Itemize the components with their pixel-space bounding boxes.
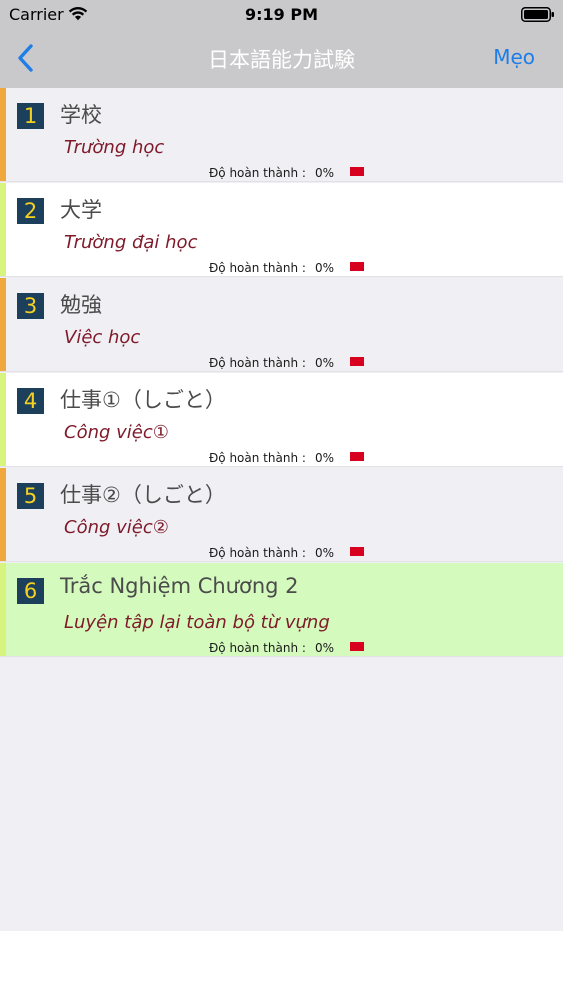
progress-value: 0%: [315, 261, 335, 275]
lesson-title: 勉強: [60, 293, 102, 317]
progress-marker: [350, 262, 364, 271]
battery-icon: [521, 7, 554, 22]
navigation-bar: 日本語能力試験 Mẹo: [0, 30, 563, 88]
top-bar-background: Carrier 9:19 PM 日本語能力試験 Mẹo: [0, 0, 563, 88]
lesson-subtitle: Luyện tập lại toàn bộ từ vựng: [64, 612, 330, 633]
page-title: 日本語能力試験: [208, 48, 355, 72]
lesson-number-badge: 5: [17, 483, 44, 509]
lesson-subtitle: Việc học: [64, 327, 141, 348]
progress-label: Độ hoàn thành :: [209, 166, 306, 180]
progress-marker: [350, 547, 364, 556]
lesson-title: 大学: [60, 198, 102, 222]
progress-value: 0%: [315, 546, 335, 560]
lesson-title: Trắc Nghiệm Chương 2: [60, 574, 299, 598]
progress-label: Độ hoàn thành :: [209, 641, 306, 655]
lesson-row[interactable]: 3 勉強 Việc học Độ hoàn thành : 0%: [0, 278, 563, 372]
row-accent-bar: [0, 278, 6, 371]
row-accent-bar: [0, 88, 6, 181]
progress-label: Độ hoàn thành :: [209, 451, 306, 465]
progress-value: 0%: [315, 451, 335, 465]
back-button[interactable]: [12, 41, 42, 75]
lesson-subtitle: Công việc②: [64, 517, 169, 538]
progress-value: 0%: [315, 641, 335, 655]
lesson-row[interactable]: 2 大学 Trường đại học Độ hoàn thành : 0%: [0, 183, 563, 277]
progress-marker: [350, 357, 364, 366]
lesson-row[interactable]: 1 学校 Trường học Độ hoàn thành : 0%: [0, 88, 563, 182]
chevron-left-icon: [18, 44, 33, 72]
lesson-number-badge: 1: [17, 103, 44, 129]
lesson-subtitle: Công việc①: [64, 422, 169, 443]
lesson-title: 学校: [60, 103, 102, 127]
lesson-subtitle: Trường học: [64, 137, 165, 158]
bottom-blank-area: [0, 931, 563, 1000]
status-bar: Carrier 9:19 PM: [0, 0, 563, 30]
row-accent-bar: [0, 183, 6, 276]
lesson-number-badge: 3: [17, 293, 44, 319]
progress-marker: [350, 167, 364, 176]
progress-value: 0%: [315, 166, 335, 180]
lesson-number-badge: 2: [17, 198, 44, 224]
progress-label: Độ hoàn thành :: [209, 261, 306, 275]
clock: 9:19 PM: [244, 5, 318, 24]
row-accent-bar: [0, 373, 6, 466]
tips-button[interactable]: Mẹo: [493, 45, 535, 69]
lesson-row[interactable]: 4 仕事①（しごと） Công việc① Độ hoàn thành : 0%: [0, 373, 563, 467]
lesson-number-badge: 6: [17, 578, 44, 604]
progress-label: Độ hoàn thành :: [209, 546, 306, 560]
lesson-row[interactable]: 5 仕事②（しごと） Công việc② Độ hoàn thành : 0%: [0, 468, 563, 562]
lesson-list: 1 学校 Trường học Độ hoàn thành : 0% 2 大学 …: [0, 88, 563, 931]
progress-marker: [350, 452, 364, 461]
lesson-subtitle: Trường đại học: [64, 232, 198, 253]
quiz-row[interactable]: 6 Trắc Nghiệm Chương 2 Luyện tập lại toà…: [0, 563, 563, 657]
progress-marker: [350, 642, 364, 651]
row-accent-bar: [0, 563, 6, 656]
lesson-title: 仕事②（しごと）: [60, 483, 226, 507]
lesson-number-badge: 4: [17, 388, 44, 414]
progress-value: 0%: [315, 356, 335, 370]
progress-label: Độ hoàn thành :: [209, 356, 306, 370]
lesson-title: 仕事①（しごと）: [60, 388, 226, 412]
row-accent-bar: [0, 468, 6, 561]
